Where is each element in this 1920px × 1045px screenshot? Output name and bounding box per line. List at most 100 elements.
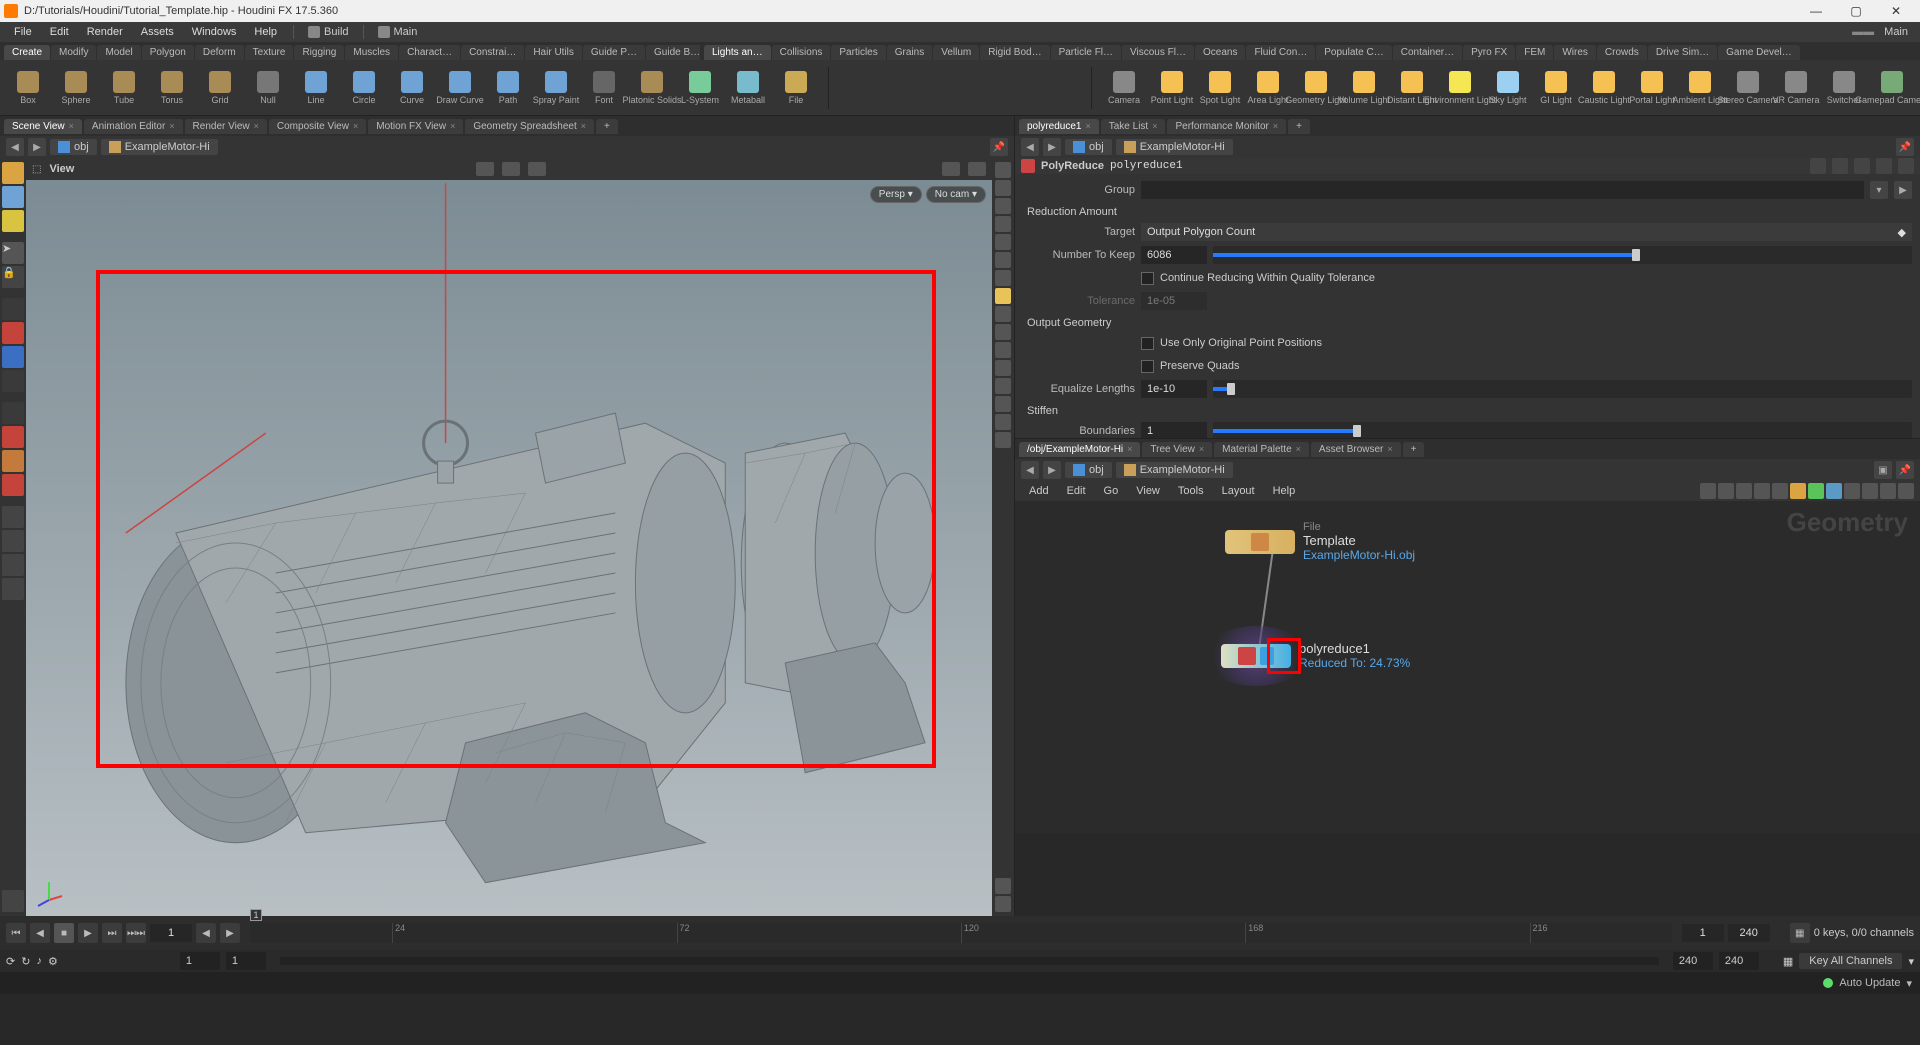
h-icon[interactable] [1832, 158, 1848, 174]
close-icon[interactable]: × [1296, 444, 1301, 454]
close-button[interactable]: ✕ [1876, 4, 1916, 18]
select-face-icon[interactable] [2, 186, 24, 208]
shelf-tab[interactable]: Lights an… [704, 45, 771, 60]
numkeep-field[interactable]: 6086 [1141, 246, 1207, 264]
channels-icon[interactable]: ▦ [1783, 955, 1793, 968]
boundaries-slider[interactable] [1213, 422, 1912, 438]
equalize-slider[interactable] [1213, 380, 1912, 398]
shelf-tool[interactable]: Geometry Light [1294, 71, 1338, 105]
back-button[interactable]: ◀ [1021, 138, 1039, 156]
close-icon[interactable]: × [353, 121, 358, 131]
shelf-tab[interactable]: Viscous Fl… [1122, 45, 1194, 60]
realtime-icon[interactable]: ⟳ [6, 955, 15, 968]
menu-render[interactable]: Render [79, 24, 131, 40]
global-opts-icon[interactable]: ⚙ [48, 955, 58, 968]
crumb-obj[interactable]: obj [1065, 462, 1112, 478]
prev-key-button[interactable]: ◀ [196, 923, 216, 943]
equalize-field[interactable]: 1e-10 [1141, 380, 1207, 398]
palette-icon[interactable] [1844, 483, 1860, 499]
lock-display-icon[interactable] [995, 234, 1011, 250]
inspect-icon[interactable] [2, 554, 24, 576]
pin-icon[interactable]: 📌 [990, 138, 1008, 156]
nw-go[interactable]: Go [1096, 483, 1127, 499]
auto-update[interactable]: Auto Update ▾ [1823, 977, 1912, 990]
shelf-tool[interactable]: Point Light [1150, 71, 1194, 105]
shelf-tool[interactable]: Metaball [726, 71, 770, 105]
help-icon[interactable] [1898, 158, 1914, 174]
fwd-button[interactable]: ▶ [1043, 138, 1061, 156]
range-start-field[interactable]: 1 [180, 952, 220, 970]
pane-tab[interactable]: Render View× [185, 119, 267, 134]
shelf-tool[interactable]: Draw Curve [438, 71, 482, 105]
desktop-right-main[interactable]: ▬▬ Main [1846, 26, 1914, 38]
pane-tab[interactable]: Geometry Spreadsheet× [465, 119, 594, 134]
shelf-tab[interactable]: Muscles [345, 45, 398, 60]
lock-icon[interactable]: 🔒 [2, 266, 24, 288]
pane-tab[interactable]: Animation Editor× [84, 119, 183, 134]
desktop-build[interactable]: Build [302, 26, 354, 38]
move-icon[interactable] [2, 298, 24, 320]
shelf-tool[interactable]: File [774, 71, 818, 105]
shelf-tool[interactable]: Camera [1102, 71, 1146, 105]
nw-layout[interactable]: Layout [1214, 483, 1263, 499]
shelf-tool[interactable]: Spray Paint [534, 71, 578, 105]
continue-checkbox[interactable] [1141, 272, 1154, 285]
nw-view[interactable]: View [1128, 483, 1168, 499]
shelf-tab[interactable]: Game Devel… [1718, 45, 1800, 60]
search-icon[interactable] [1854, 158, 1870, 174]
shelf-tool[interactable]: Torus [150, 71, 194, 105]
shelf-tab[interactable]: Create [4, 45, 50, 60]
flipbook-icon[interactable] [2, 578, 24, 600]
range-start[interactable]: 1 [1682, 924, 1724, 942]
shelf-tab[interactable]: Grains [887, 45, 932, 60]
shelf-tab[interactable]: Charact… [399, 45, 460, 60]
hq-icon[interactable] [995, 306, 1011, 322]
pin-icon[interactable]: 📌 [1896, 138, 1914, 156]
shelf-tool[interactable]: Volume Light [1342, 71, 1386, 105]
shelf-tool[interactable]: Area Light [1246, 71, 1290, 105]
arrow-icon[interactable]: ➤ [2, 242, 24, 264]
bg-icon[interactable] [995, 270, 1011, 286]
audio-icon[interactable]: ♪ [36, 955, 42, 967]
end1-field[interactable]: 240 [1673, 952, 1713, 970]
render-region-icon[interactable] [2, 530, 24, 552]
pane-tab[interactable]: Material Palette× [1214, 442, 1309, 457]
stop-button[interactable]: ■ [54, 923, 74, 943]
shelf-tool[interactable]: GI Light [1534, 71, 1578, 105]
flag3-icon[interactable] [1826, 483, 1842, 499]
group-select-icon[interactable]: ▶ [1894, 181, 1912, 199]
key-all-button[interactable]: Key All Channels [1799, 953, 1902, 969]
gear-icon[interactable] [1810, 158, 1826, 174]
close-icon[interactable]: × [1199, 444, 1204, 454]
nw-help[interactable]: Help [1265, 483, 1304, 499]
shelf-tab[interactable]: Rigging [294, 45, 344, 60]
list-icon[interactable] [1718, 483, 1734, 499]
shading-icon[interactable] [995, 162, 1011, 178]
loop-icon[interactable]: ↻ [21, 955, 30, 968]
shelf-tab[interactable]: Pyro FX [1463, 45, 1515, 60]
grid-icon[interactable] [995, 324, 1011, 340]
display-options-icon[interactable] [995, 896, 1011, 912]
shelf-tab[interactable]: Crowds [1597, 45, 1647, 60]
nw-edit[interactable]: Edit [1059, 483, 1094, 499]
close-icon[interactable]: × [69, 121, 74, 131]
grid-icon[interactable] [1736, 483, 1752, 499]
shelf-tool[interactable]: Curve [390, 71, 434, 105]
persp-menu[interactable]: Persp ▾ [870, 186, 922, 203]
cursor3-icon[interactable] [528, 162, 546, 176]
desktop-main[interactable]: Main [372, 26, 424, 38]
snap-curve-icon[interactable] [2, 426, 24, 448]
timeline-ruler[interactable]: 1 2472120168216 [250, 923, 1672, 943]
pin-icon[interactable]: 📌 [1896, 461, 1914, 479]
close-icon[interactable]: × [1273, 121, 1278, 131]
close-icon[interactable]: × [1152, 121, 1157, 131]
useonly-checkbox[interactable] [1141, 337, 1154, 350]
menu-help[interactable]: Help [246, 24, 285, 40]
crumb-geo[interactable]: ExampleMotor-Hi [1116, 139, 1233, 155]
shelf-tool[interactable]: Box [6, 71, 50, 105]
snap-grid-icon[interactable] [2, 402, 24, 424]
nw-add[interactable]: Add [1021, 483, 1057, 499]
shelf-tool[interactable]: Spot Light [1198, 71, 1242, 105]
target-dropdown[interactable]: Output Polygon Count◆ [1141, 223, 1912, 241]
select-edge-icon[interactable] [2, 210, 24, 232]
